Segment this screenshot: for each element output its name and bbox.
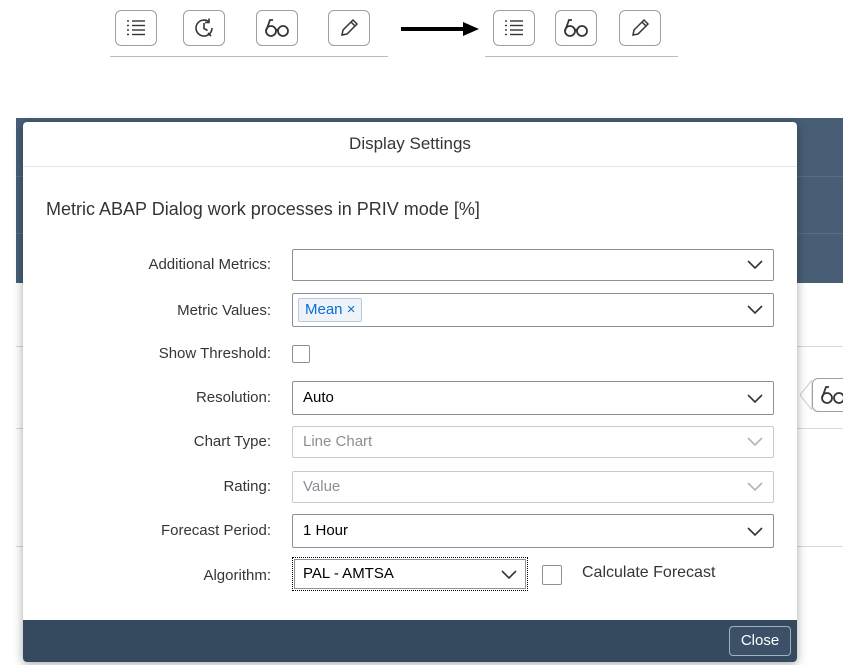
list-icon [505, 20, 523, 36]
dialog-title: Display Settings [23, 122, 797, 167]
chart-type-value: Line Chart [303, 433, 373, 450]
list-icon [127, 20, 145, 36]
metric-values-multiselect[interactable]: Mean × [292, 293, 774, 327]
popover-pointer [800, 380, 812, 410]
forecast-period-label: Forecast Period: [160, 522, 271, 539]
chevron-down-icon [747, 394, 763, 404]
token-label: Mean [305, 301, 343, 318]
chevron-down-icon [747, 482, 763, 492]
additional-metrics-label: Additional Metrics: [148, 256, 271, 273]
algorithm-label: Algorithm: [203, 567, 271, 584]
glasses-button[interactable] [812, 378, 843, 412]
chart-type-select: Line Chart [292, 426, 774, 458]
mean-token: Mean × [298, 298, 363, 322]
forecast-period-select[interactable]: 1 Hour [292, 514, 774, 548]
forecast-period-value: 1 Hour [303, 522, 349, 539]
chevron-down-icon [747, 527, 763, 537]
list-button[interactable] [115, 10, 157, 46]
rating-select: Value [292, 471, 774, 503]
calculate-forecast-label: Calculate Forecast [582, 564, 716, 581]
resolution-value: Auto [303, 389, 334, 406]
list-button[interactable] [493, 10, 535, 46]
metric-values-label: Metric Values: [177, 302, 271, 319]
chevron-down-icon [747, 305, 763, 315]
right-arrow-icon [401, 22, 479, 36]
glasses-icon [265, 19, 289, 37]
toolbar-after [485, 10, 678, 57]
show-threshold-checkbox[interactable] [292, 345, 310, 363]
edit-button[interactable] [328, 10, 370, 46]
chevron-down-icon [747, 437, 763, 447]
glasses-button[interactable] [555, 10, 597, 46]
history-icon [195, 18, 213, 37]
metric-heading: Metric ABAP Dialog work processes in PRI… [46, 199, 480, 219]
pencil-icon [341, 18, 359, 36]
resolution-label: Resolution: [195, 389, 271, 406]
close-button[interactable]: Close [729, 626, 791, 656]
calculate-forecast-checkbox[interactable] [542, 565, 562, 585]
chart-type-label: Chart Type: [193, 433, 271, 450]
algorithm-value: PAL - AMTSA [303, 565, 394, 582]
additional-metrics-select[interactable] [292, 249, 774, 281]
algorithm-select[interactable]: PAL - AMTSA [292, 557, 528, 591]
rating-value: Value [303, 478, 341, 495]
glasses-button[interactable] [256, 10, 298, 46]
rating-label: Rating: [223, 478, 271, 495]
history-button[interactable] [183, 10, 225, 46]
pencil-icon [632, 18, 650, 36]
glasses-icon [564, 19, 588, 37]
token-remove-icon[interactable]: × [347, 301, 356, 318]
chevron-down-icon [501, 570, 517, 580]
edit-button[interactable] [619, 10, 661, 46]
show-threshold-label: Show Threshold: [158, 345, 271, 362]
resolution-select[interactable]: Auto [292, 381, 774, 415]
toolbar-before [110, 10, 388, 57]
display-settings-dialog: Display Settings Metric ABAP Dialog work… [23, 122, 797, 662]
dialog-footer: Close [23, 620, 797, 662]
glasses-icon [821, 386, 843, 404]
chevron-down-icon [747, 260, 763, 270]
